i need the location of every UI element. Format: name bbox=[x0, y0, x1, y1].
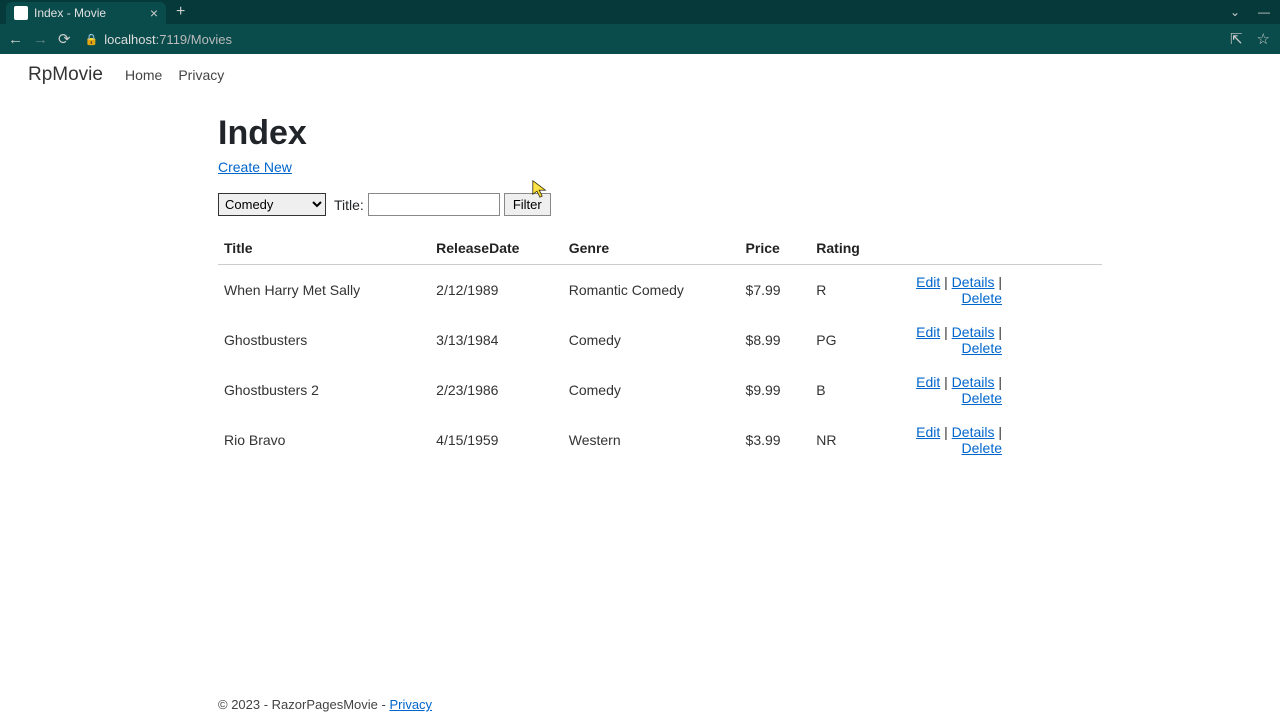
cell-actions: Edit | Details | Delete bbox=[899, 265, 1102, 316]
table-row: Ghostbusters 22/23/1986Comedy$9.99BEdit … bbox=[218, 365, 1102, 415]
forward-button[interactable]: → bbox=[33, 31, 48, 48]
cell-rating: PG bbox=[810, 315, 898, 365]
filter-button[interactable]: Filter bbox=[504, 193, 551, 216]
footer-text: © 2023 - RazorPagesMovie - bbox=[218, 697, 389, 712]
th-rating: Rating bbox=[810, 232, 898, 265]
genre-select[interactable]: Comedy bbox=[218, 193, 326, 216]
delete-link[interactable]: Delete bbox=[962, 290, 1002, 306]
cell-price: $8.99 bbox=[740, 315, 811, 365]
cell-releasedate: 2/12/1989 bbox=[430, 265, 563, 316]
delete-link[interactable]: Delete bbox=[962, 340, 1002, 356]
edit-link[interactable]: Edit bbox=[916, 324, 940, 340]
cell-releasedate: 3/13/1984 bbox=[430, 315, 563, 365]
footer: © 2023 - RazorPagesMovie - Privacy bbox=[0, 689, 1280, 720]
cell-genre: Comedy bbox=[563, 315, 740, 365]
cell-rating: B bbox=[810, 365, 898, 415]
cell-title: When Harry Met Sally bbox=[218, 265, 430, 316]
table-header-row: Title ReleaseDate Genre Price Rating bbox=[218, 232, 1102, 265]
nav-privacy[interactable]: Privacy bbox=[178, 67, 224, 83]
table-row: When Harry Met Sally2/12/1989Romantic Co… bbox=[218, 265, 1102, 316]
cell-actions: Edit | Details | Delete bbox=[899, 365, 1102, 415]
movies-table: Title ReleaseDate Genre Price Rating Whe… bbox=[218, 232, 1102, 465]
browser-toolbar: ← → ⟳ 🔒 localhost:7119/Movies ⇱ ☆ bbox=[0, 24, 1280, 54]
page-title: Index bbox=[218, 114, 1102, 153]
delete-link[interactable]: Delete bbox=[962, 440, 1002, 456]
main-container: Index Create New Comedy Title: Filter Ti… bbox=[190, 114, 1130, 465]
table-row: Rio Bravo4/15/1959Western$3.99NREdit | D… bbox=[218, 415, 1102, 465]
cell-genre: Western bbox=[563, 415, 740, 465]
footer-privacy-link[interactable]: Privacy bbox=[389, 697, 432, 712]
edit-link[interactable]: Edit bbox=[916, 424, 940, 440]
page-body: RpMovie Home Privacy Index Create New Co… bbox=[0, 54, 1280, 720]
filter-form: Comedy Title: Filter bbox=[218, 193, 1102, 216]
cell-releasedate: 4/15/1959 bbox=[430, 415, 563, 465]
nav-home[interactable]: Home bbox=[125, 67, 162, 83]
chevron-down-icon[interactable]: ⌄ bbox=[1230, 5, 1240, 19]
address-bar[interactable]: 🔒 localhost:7119/Movies bbox=[85, 32, 1220, 47]
title-label: Title: bbox=[334, 197, 364, 213]
th-title: Title bbox=[218, 232, 430, 265]
page-icon bbox=[14, 6, 28, 20]
close-tab-icon[interactable]: × bbox=[150, 5, 158, 21]
title-input[interactable] bbox=[368, 193, 500, 216]
delete-link[interactable]: Delete bbox=[962, 390, 1002, 406]
cell-title: Ghostbusters 2 bbox=[218, 365, 430, 415]
cell-rating: NR bbox=[810, 415, 898, 465]
create-new-link[interactable]: Create New bbox=[218, 159, 292, 175]
edit-link[interactable]: Edit bbox=[916, 274, 940, 290]
table-row: Ghostbusters3/13/1984Comedy$8.99PGEdit |… bbox=[218, 315, 1102, 365]
url-port: :7119 bbox=[156, 32, 188, 47]
details-link[interactable]: Details bbox=[952, 324, 995, 340]
th-price: Price bbox=[740, 232, 811, 265]
edit-link[interactable]: Edit bbox=[916, 374, 940, 390]
cell-title: Rio Bravo bbox=[218, 415, 430, 465]
cell-price: $9.99 bbox=[740, 365, 811, 415]
th-releasedate: ReleaseDate bbox=[430, 232, 563, 265]
minimize-icon[interactable]: — bbox=[1258, 5, 1270, 19]
brand[interactable]: RpMovie bbox=[28, 64, 103, 86]
tab-title: Index - Movie bbox=[34, 6, 142, 20]
window-controls: ⌄ — bbox=[1230, 5, 1274, 19]
cell-title: Ghostbusters bbox=[218, 315, 430, 365]
site-nav: RpMovie Home Privacy bbox=[0, 54, 1280, 96]
reload-button[interactable]: ⟳ bbox=[58, 30, 71, 48]
cell-price: $7.99 bbox=[740, 265, 811, 316]
cell-genre: Romantic Comedy bbox=[563, 265, 740, 316]
url-path: /Movies bbox=[187, 32, 232, 47]
url-host: localhost bbox=[104, 32, 155, 47]
details-link[interactable]: Details bbox=[952, 424, 995, 440]
cell-actions: Edit | Details | Delete bbox=[899, 315, 1102, 365]
share-icon[interactable]: ⇱ bbox=[1230, 30, 1243, 48]
back-button[interactable]: ← bbox=[8, 31, 23, 48]
browser-tab[interactable]: Index - Movie × bbox=[6, 2, 166, 24]
th-genre: Genre bbox=[563, 232, 740, 265]
new-tab-button[interactable]: + bbox=[176, 3, 185, 21]
cell-price: $3.99 bbox=[740, 415, 811, 465]
bookmark-icon[interactable]: ☆ bbox=[1257, 30, 1270, 48]
details-link[interactable]: Details bbox=[952, 374, 995, 390]
cell-rating: R bbox=[810, 265, 898, 316]
details-link[interactable]: Details bbox=[952, 274, 995, 290]
browser-tab-strip: Index - Movie × + ⌄ — bbox=[0, 0, 1280, 24]
cell-releasedate: 2/23/1986 bbox=[430, 365, 563, 415]
lock-icon: 🔒 bbox=[85, 33, 99, 46]
cell-actions: Edit | Details | Delete bbox=[899, 415, 1102, 465]
th-actions bbox=[899, 232, 1102, 265]
cell-genre: Comedy bbox=[563, 365, 740, 415]
